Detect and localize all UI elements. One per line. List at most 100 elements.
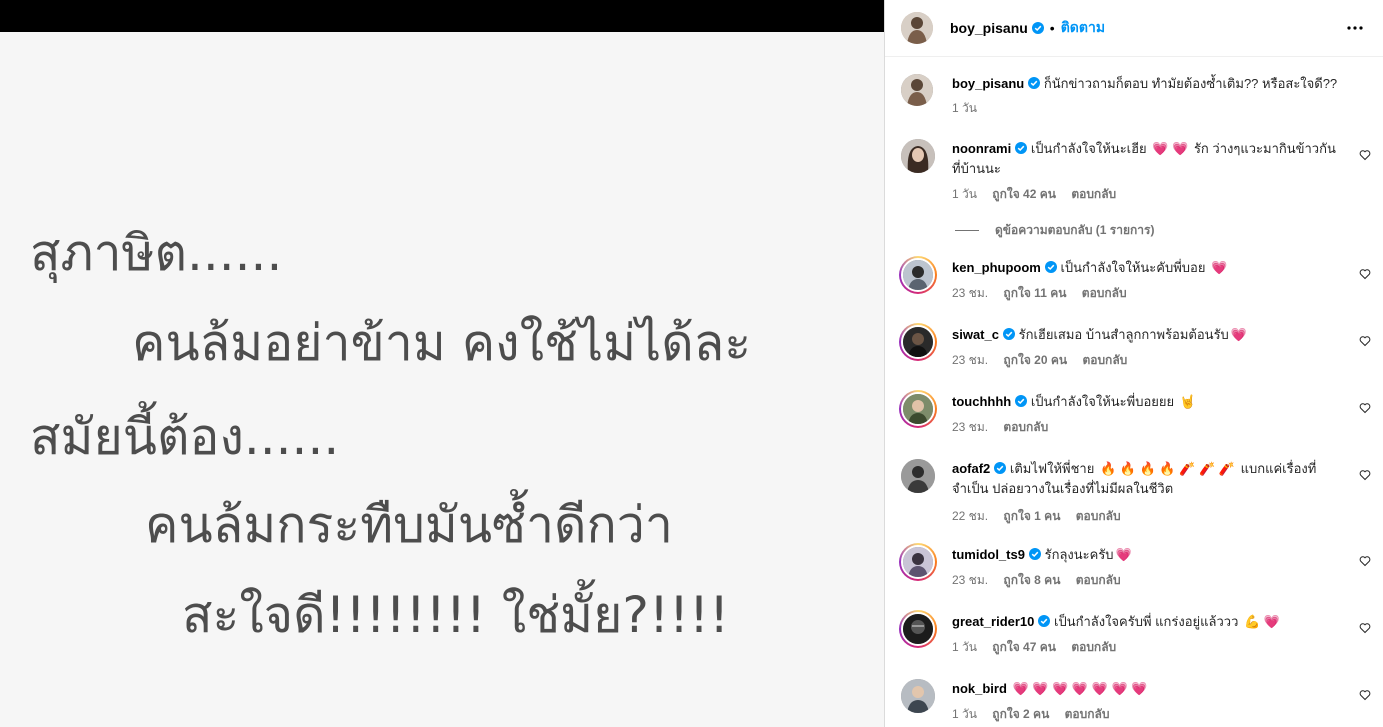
comment-time: 23 ชม. [952, 420, 989, 434]
comment-likes[interactable]: ถูกใจ 20 คน [1003, 353, 1067, 367]
comments-list: boy_pisanu ก็นักข่าวถามก็ตอบ ทำมัยต้องซ้… [885, 57, 1383, 727]
comment-username[interactable]: great_rider10 [952, 614, 1034, 629]
story-ring[interactable] [899, 256, 937, 294]
comment-body: nok_bird 💗 💗 💗 💗 💗 💗 💗 [952, 679, 1352, 699]
comment-time: 23 ชม. [952, 353, 989, 367]
comment-emoji: 💪 💗 [1244, 614, 1281, 629]
comment-username[interactable]: tumidol_ts9 [952, 547, 1025, 562]
view-replies-label: ดูข้อความตอบกลับ (1 รายการ) [995, 223, 1155, 237]
comment-time: 23 ชม. [952, 573, 989, 587]
image-text-line: คนล้มกระทืบมันซ้ำดีกว่า [145, 496, 673, 554]
comment-likes[interactable]: ถูกใจ 8 คน [1003, 573, 1060, 587]
view-replies-button[interactable]: ดูข้อความตอบกลับ (1 รายการ) [955, 221, 1154, 240]
comment-meta: 1 วัน ถูกใจ 42 คน ตอบกลับ [952, 185, 1128, 204]
comment-username[interactable]: nok_bird [952, 681, 1007, 696]
comment-meta: 1 วัน ถูกใจ 47 คน ตอบกลับ [952, 638, 1128, 657]
avatar[interactable] [901, 679, 935, 713]
reply-button[interactable]: ตอบกลับ [1082, 286, 1127, 300]
comment-likes[interactable]: ถูกใจ 11 คน [1003, 286, 1066, 300]
caption-meta: 1 วัน [952, 99, 989, 118]
comment-username[interactable]: noonrami [952, 141, 1011, 156]
avatar[interactable] [901, 139, 935, 173]
comment-time: 1 วัน [952, 187, 977, 201]
comment-body: touchhhh เป็นกำลังใจให้นะพี่บอยยย 🤘 [952, 392, 1352, 412]
verified-badge-icon [1028, 77, 1041, 89]
post-image[interactable]: สุภาษิต...... คนล้มอย่าข้าม คงใช้ไม่ได้ล… [0, 0, 884, 727]
comment-likes[interactable]: ถูกใจ 2 คน [992, 707, 1049, 721]
avatar[interactable] [901, 612, 935, 646]
like-heart-icon[interactable] [1359, 689, 1371, 701]
story-ring[interactable] [899, 610, 937, 648]
comment-emoji: 💗 💗 💗 💗 💗 💗 💗 [1012, 681, 1148, 696]
comment-body: aofaf2 เติมไฟให้พี่ชาย 🔥 🔥 🔥 🔥 🧨 🧨 🧨 แบก… [952, 459, 1342, 499]
comment-emoji: 💗 💗 [1152, 141, 1189, 156]
caption-time: 1 วัน [952, 101, 977, 115]
comment-username[interactable]: aofaf2 [952, 461, 990, 476]
like-heart-icon[interactable] [1359, 402, 1371, 414]
comment-time: 1 วัน [952, 640, 977, 654]
comment-body: noonrami เป็นกำลังใจให้นะเฮีย 💗 💗 รัก ว่… [952, 139, 1342, 179]
reply-button[interactable]: ตอบกลับ [1071, 187, 1116, 201]
comment-text: เป็นกำลังใจให้นะเฮีย [1030, 141, 1147, 156]
avatar[interactable] [901, 459, 935, 493]
comment-username[interactable]: touchhhh [952, 394, 1011, 409]
comment-text: เติมไฟให้พี่ชาย [1009, 461, 1095, 476]
verified-badge-icon [1002, 328, 1015, 340]
comment-meta: 23 ชม. ถูกใจ 8 คน ตอบกลับ [952, 571, 1133, 590]
comment-emoji: 🤘 [1179, 394, 1196, 409]
comment-time: 22 ชม. [952, 509, 989, 523]
verified-badge-icon [1015, 395, 1028, 407]
more-options-icon[interactable] [1343, 16, 1367, 40]
avatar[interactable] [901, 545, 935, 579]
image-text-line: สะใจดี!!!!!!!! ใช่มั้ย?!!!! [182, 586, 730, 644]
verified-badge-icon [1044, 261, 1057, 273]
avatar[interactable] [901, 12, 933, 44]
reply-button[interactable]: ตอบกลับ [1065, 707, 1110, 721]
reply-button[interactable]: ตอบกลับ [1003, 420, 1048, 434]
reply-button[interactable]: ตอบกลับ [1076, 509, 1121, 523]
image-text-line: สมัยนี้ต้อง...... [30, 408, 340, 466]
comment-body: tumidol_ts9 รักลุงนะครับ 💗 [952, 545, 1352, 565]
comment-time: 23 ชม. [952, 286, 989, 300]
avatar[interactable] [901, 325, 935, 359]
avatar[interactable] [901, 258, 935, 292]
avatar[interactable] [901, 74, 933, 106]
story-ring[interactable] [899, 323, 937, 361]
reply-button[interactable]: ตอบกลับ [1071, 640, 1116, 654]
caption-body: boy_pisanu ก็นักข่าวถามก็ตอบ ทำมัยต้องซ้… [952, 74, 1352, 94]
caption-username[interactable]: boy_pisanu [952, 76, 1024, 91]
image-text: สุภาษิต...... คนล้มอย่าข้าม คงใช้ไม่ได้ล… [0, 0, 884, 727]
story-ring[interactable] [899, 543, 937, 581]
verified-badge-icon [1038, 615, 1051, 627]
like-heart-icon[interactable] [1359, 149, 1371, 161]
comment-meta: 22 ชม. ถูกใจ 1 คน ตอบกลับ [952, 507, 1133, 526]
comment-likes[interactable]: ถูกใจ 1 คน [1003, 509, 1060, 523]
comment-meta: 23 ชม. ถูกใจ 20 คน ตอบกลับ [952, 351, 1139, 370]
avatar[interactable] [901, 392, 935, 426]
comment-text: เป็นกำลังใจให้นะคับพี่บอย [1060, 260, 1206, 275]
like-heart-icon[interactable] [1359, 268, 1371, 280]
image-text-line: สุภาษิต...... [30, 224, 283, 282]
follow-button[interactable]: ติดตาม [1061, 17, 1105, 39]
comment-body: great_rider10 เป็นกำลังใจครับพี่ แกร่งอย… [952, 612, 1352, 632]
reply-button[interactable]: ตอบกลับ [1076, 573, 1121, 587]
story-ring[interactable] [899, 390, 937, 428]
comment-emoji: 💗 [1230, 327, 1247, 342]
like-heart-icon[interactable] [1359, 555, 1371, 567]
header-username[interactable]: boy_pisanu [950, 20, 1028, 36]
like-heart-icon[interactable] [1359, 335, 1371, 347]
separator-dot: • [1049, 20, 1055, 36]
post-side-panel: boy_pisanu • ติดตาม boy_pisanu ก็นักข่าว… [884, 0, 1383, 727]
comment-time: 1 วัน [952, 707, 977, 721]
comment-username[interactable]: ken_phupoom [952, 260, 1041, 275]
comment-likes[interactable]: ถูกใจ 47 คน [992, 640, 1056, 654]
comment-username[interactable]: siwat_c [952, 327, 999, 342]
comment-likes[interactable]: ถูกใจ 42 คน [992, 187, 1056, 201]
verified-badge-icon [1015, 142, 1028, 154]
comment-text: เป็นกำลังใจครับพี่ แกร่งอยู่แล้ววว [1054, 614, 1239, 629]
like-heart-icon[interactable] [1359, 469, 1371, 481]
comment-emoji: 💗 [1115, 547, 1132, 562]
reply-button[interactable]: ตอบกลับ [1082, 353, 1127, 367]
comment-emoji: 💗 [1211, 260, 1228, 275]
like-heart-icon[interactable] [1359, 622, 1371, 634]
